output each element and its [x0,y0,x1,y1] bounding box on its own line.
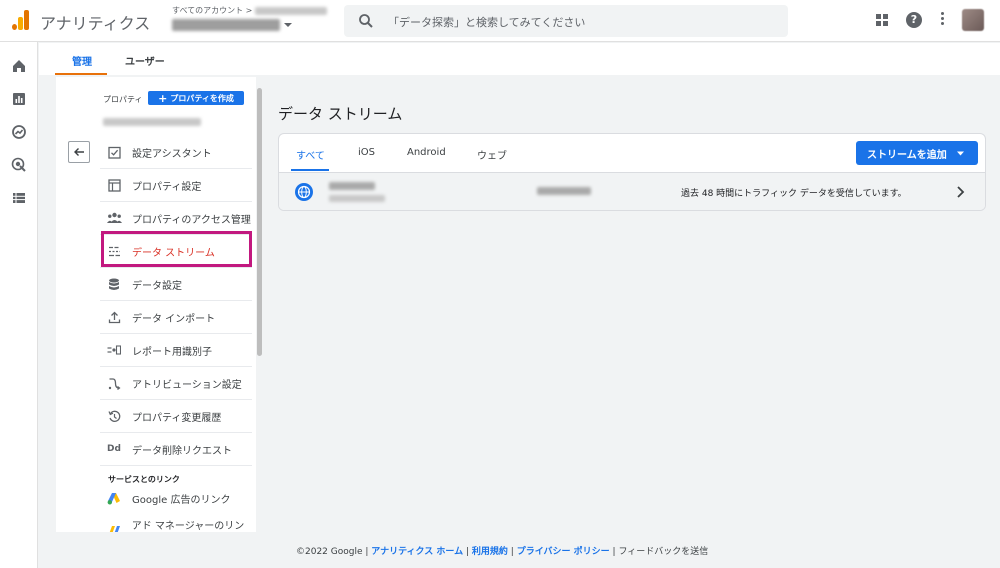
add-stream-button[interactable]: ストリームを追加 [856,141,978,165]
redacted-property-name [103,118,201,126]
google-ads-icon [106,491,122,507]
configure-list-icon[interactable] [11,190,27,206]
help-icon[interactable]: ? [906,12,922,28]
people-icon [106,210,122,226]
dropdown-caret-icon [956,151,964,155]
dropdown-caret-icon [284,23,292,27]
left-nav-rail [0,42,38,568]
apps-icon[interactable] [876,14,888,26]
search-placeholder: 「データ探索」と検索してみてください [388,16,586,29]
filter-tab-all[interactable]: すべて [296,147,325,162]
menu-item-ad-manager-links[interactable]: アド マネージャーのリンク [100,515,252,532]
add-stream-label: ストリームを追加 [867,149,947,161]
redacted-stream-name [329,182,375,190]
filter-tab-underline [291,169,329,171]
filter-tab-ios[interactable]: iOS [358,147,375,158]
tab-underline [55,73,107,75]
menu-item-attribution-settings[interactable]: アトリビューション設定 [100,367,252,400]
menu-item-data-deletion-requests[interactable]: Dd データ削除リクエスト [100,433,252,466]
page-title: データ ストリーム [278,105,403,123]
home-icon[interactable] [11,58,27,74]
search-bar[interactable]: 「データ探索」と検索してみてください [344,5,788,37]
arrow-back-icon [74,148,84,156]
stream-row[interactable]: 過去 48 時間にトラフィック データを受信しています。 [279,172,985,210]
menu-item-setup-assistant[interactable]: 設定アシスタント [100,136,252,169]
menu-item-label: Google 広告のリンク [132,495,231,506]
reports-icon[interactable] [11,91,27,107]
ad-manager-icon [106,524,122,532]
tab-user[interactable]: ユーザー [125,53,165,68]
stream-status: 過去 48 時間にトラフィック データを受信しています。 [681,189,907,199]
upload-icon [106,309,122,325]
menu-item-property-settings[interactable]: プロパティ設定 [100,169,252,202]
chevron-right-icon[interactable] [955,185,965,199]
redacted-stream-url [329,195,385,202]
top-bar: アナリティクス すべてのアカウント > 「データ探索」と検索してみてください ? [0,0,1000,42]
filter-tab-web[interactable]: ウェブ [477,147,507,162]
property-name[interactable] [103,115,201,128]
menu-item-label: アトリビューション設定 [132,379,242,391]
footer-link-terms[interactable]: 利用規約 [472,547,508,557]
database-icon [106,276,122,292]
menu-item-label: データ インポート [132,313,216,325]
create-property-button[interactable]: + プロパティを作成 [148,91,244,105]
search-icon [359,14,373,28]
create-property-label: プロパティを作成 [170,93,234,103]
selection-highlight-box [101,231,252,267]
account-breadcrumb-label: すべてのアカウント > [172,6,253,15]
menu-item-label: アド マネージャーのリンク [131,520,245,532]
menu-item-label: プロパティ変更履歴 [132,412,222,424]
layout-icon [106,177,122,193]
feedback-link[interactable]: フィードバックを送信 [618,547,708,557]
footer: ©2022 Google | アナリティクス ホーム | 利用規約 | プライバ… [296,547,709,557]
back-button[interactable] [68,141,90,163]
redacted-account [254,6,327,15]
account-breadcrumb[interactable]: すべてのアカウント > [172,5,327,16]
explore-icon[interactable] [11,124,27,140]
checklist-icon [106,144,122,160]
menu-item-label: データ削除リクエスト [132,445,232,457]
copyright: ©2022 Google | [296,547,369,557]
plus-icon: + [158,91,168,105]
menu-item-label: レポート用識別子 [132,346,212,358]
menu-scrollbar[interactable] [257,88,262,356]
app-title: アナリティクス [40,14,151,33]
menu-item-data-import[interactable]: データ インポート [100,301,252,334]
menu-item-label: プロパティのアクセス管理 [132,214,251,226]
history-icon [106,408,122,424]
redacted-property [172,19,280,31]
globe-icon [295,183,313,201]
menu-item-data-settings[interactable]: データ設定 [100,268,252,301]
data-streams-card: すべて iOS Android ウェブ ストリームを追加 過去 48 時間にトラ… [278,133,986,211]
advertising-icon[interactable] [11,157,27,173]
property-selector[interactable] [172,18,292,32]
footer-link-privacy[interactable]: プライバシー ポリシー [517,547,610,557]
menu-item-reporting-identity[interactable]: レポート用識別子 [100,334,252,367]
footer-link-analytics-home[interactable]: アナリティクス ホーム [371,547,463,557]
property-settings-menu: プロパティ + プロパティを作成 設定アシスタント プロパティ設定 プロパティの… [56,77,256,532]
dd-icon: Dd [107,444,121,454]
menu-item-label: 設定アシスタント [132,148,212,160]
analytics-logo[interactable] [12,10,30,30]
tab-admin[interactable]: 管理 [72,53,92,68]
menu-item-label: プロパティ設定 [132,181,202,193]
menu-item-label: データ設定 [132,280,182,292]
redacted-stream-id [537,187,591,195]
filter-tab-android[interactable]: Android [407,147,446,158]
menu-item-property-change-history[interactable]: プロパティ変更履歴 [100,400,252,433]
property-column-label: プロパティ [103,95,143,104]
attribution-icon [106,375,122,391]
avatar[interactable] [962,9,984,31]
admin-tabs: 管理 ユーザー [39,43,1000,75]
more-vert-icon[interactable] [940,12,944,28]
identity-icon [106,342,122,358]
menu-item-google-ads-links[interactable]: Google 広告のリンク [100,482,252,515]
